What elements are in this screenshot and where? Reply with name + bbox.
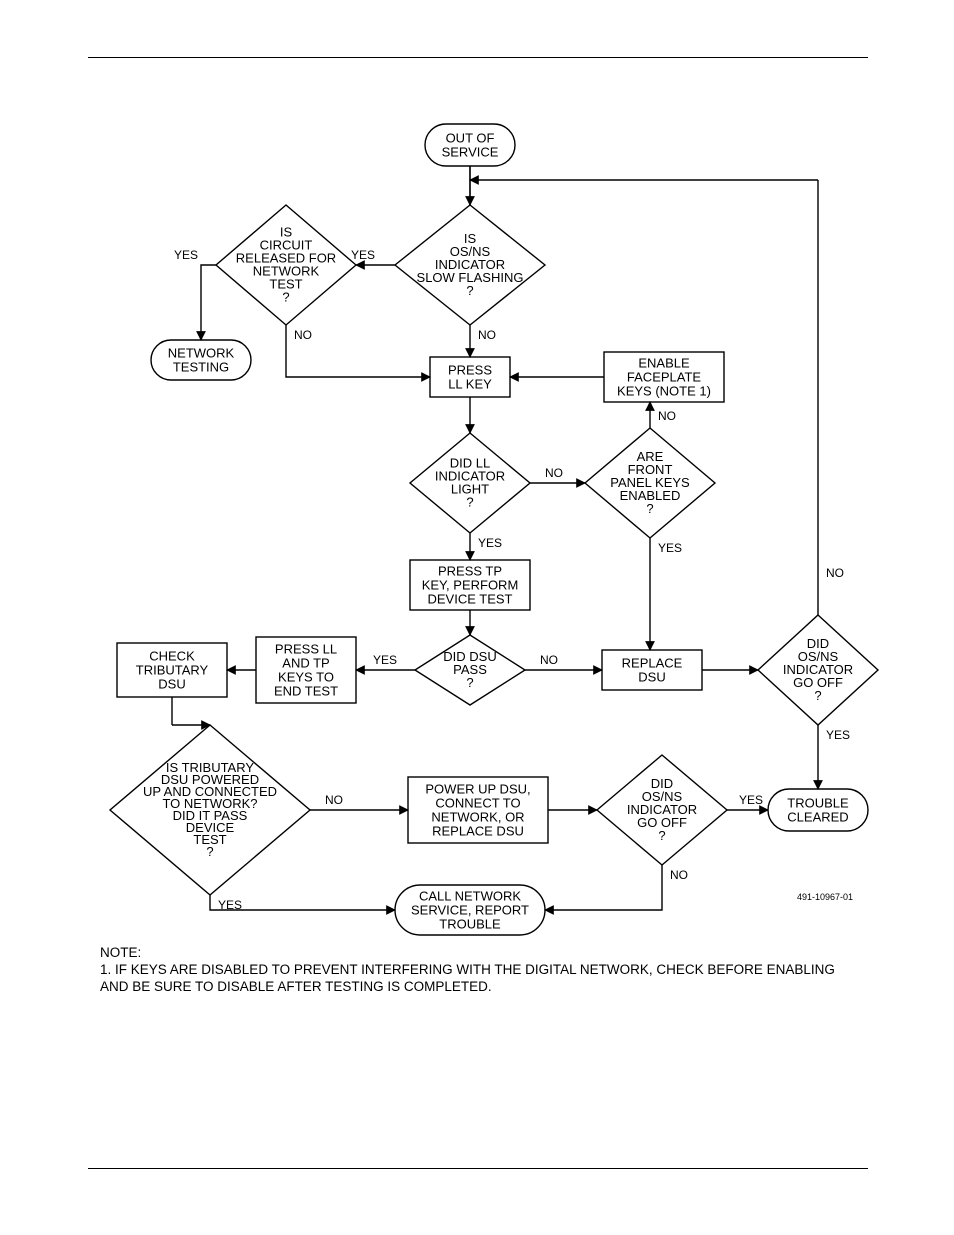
svg-text:REPLACE: REPLACE [622,656,683,671]
svg-text:?: ? [658,828,665,843]
svg-text:CONNECT TO: CONNECT TO [435,796,520,811]
svg-text:?: ? [646,501,653,516]
svg-text:NO: NO [658,409,676,423]
svg-text:REPLACE DSU: REPLACE DSU [432,824,524,839]
svg-text:CHECK: CHECK [149,649,195,664]
svg-text:TROUBLE: TROUBLE [787,796,849,811]
svg-text:KEYS (NOTE 1): KEYS (NOTE 1) [617,384,711,399]
svg-text:TESTING: TESTING [173,360,229,375]
svg-text:POWER UP DSU,: POWER UP DSU, [425,782,530,797]
svg-text:KEYS TO: KEYS TO [278,670,334,685]
svg-text:AND TP: AND TP [282,656,329,671]
svg-text:NO: NO [478,328,496,342]
svg-text:?: ? [814,688,821,703]
svg-text:YES: YES [478,536,502,550]
svg-text:YES: YES [174,248,198,262]
svg-text:YES: YES [739,793,763,807]
svg-text:NO: NO [294,328,312,342]
svg-text:?: ? [466,495,473,510]
note-body: 1. IF KEYS ARE DISABLED TO PREVENT INTER… [100,962,860,996]
svg-text:PRESS TP: PRESS TP [438,564,502,579]
svg-text:NETWORK, OR: NETWORK, OR [431,810,524,825]
svg-text:FACEPLATE: FACEPLATE [627,370,702,385]
svg-text:DSU: DSU [638,670,665,685]
svg-text:ENABLE: ENABLE [638,356,690,371]
svg-text:YES: YES [351,248,375,262]
note-title: NOTE: [100,945,860,962]
svg-text:END TEST: END TEST [274,684,338,699]
svg-text:DEVICE TEST: DEVICE TEST [427,592,512,607]
svg-text:LL KEY: LL KEY [448,377,492,392]
svg-text:NO: NO [325,793,343,807]
svg-text:DSU: DSU [158,677,185,692]
svg-text:?: ? [466,283,473,298]
svg-text:NETWORK: NETWORK [168,346,235,361]
svg-text:YES: YES [658,541,682,555]
svg-text:?: ? [206,844,213,859]
svg-text:CLEARED: CLEARED [787,810,848,825]
svg-text:OUT OF: OUT OF [446,131,495,146]
svg-text:NO: NO [826,566,844,580]
svg-text:YES: YES [826,728,850,742]
svg-text:NO: NO [670,868,688,882]
svg-text:PRESS LL: PRESS LL [275,642,337,657]
svg-text:CALL NETWORK: CALL NETWORK [419,889,521,904]
svg-text:NO: NO [545,466,563,480]
svg-text:?: ? [282,290,289,305]
svg-text:SERVICE, REPORT: SERVICE, REPORT [411,903,529,918]
svg-text:KEY, PERFORM: KEY, PERFORM [422,578,519,593]
svg-text:PRESS: PRESS [448,363,492,378]
svg-text:TRIBUTARY: TRIBUTARY [136,663,209,678]
svg-text:YES: YES [373,653,397,667]
svg-text:YES: YES [218,898,242,912]
svg-text:?: ? [466,675,473,690]
svg-text:SERVICE: SERVICE [442,145,499,160]
svg-text:491-10967-01: 491-10967-01 [797,892,853,902]
svg-text:TROUBLE: TROUBLE [439,917,501,932]
svg-text:NO: NO [540,653,558,667]
